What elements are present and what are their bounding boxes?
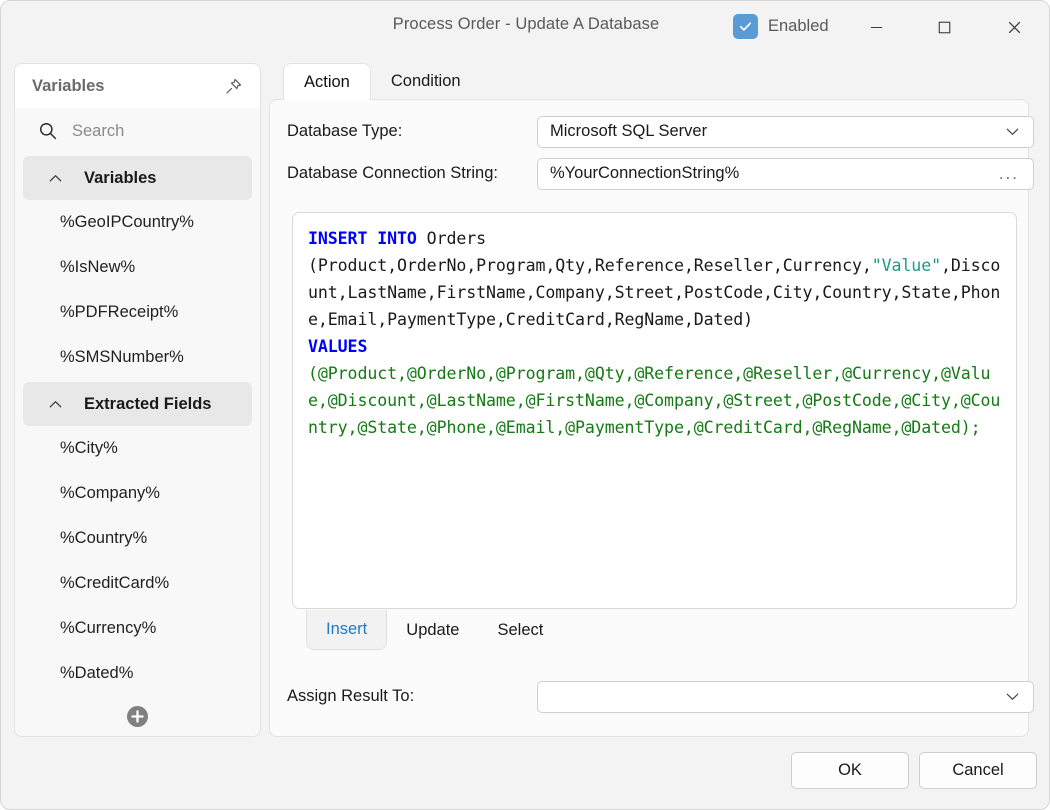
list-item[interactable]: %City% <box>15 426 260 471</box>
tab-insert[interactable]: Insert <box>306 610 388 650</box>
database-type-value: Microsoft SQL Server <box>550 122 708 140</box>
sidebar-group-label: Variables <box>84 168 157 187</box>
assign-result-row: Assign Result To: <box>287 680 1034 713</box>
list-item[interactable]: %Country% <box>15 516 260 561</box>
connection-string-value: %YourConnectionString% <box>550 164 740 182</box>
action-panel: Database Type: Microsoft SQL Server Data… <box>269 99 1034 737</box>
pin-icon <box>225 78 241 94</box>
list-item[interactable]: %IsNew% <box>15 245 260 290</box>
add-variable-row <box>15 696 260 736</box>
database-type-label: Database Type: <box>287 122 403 140</box>
sidebar-group-label: Extracted Fields <box>84 394 212 413</box>
add-button[interactable] <box>127 705 148 727</box>
tab-condition[interactable]: Condition <box>371 63 481 100</box>
list-item[interactable]: %Currency% <box>15 606 260 651</box>
query-type-tabs: Insert Update Select <box>306 610 562 650</box>
list-item[interactable]: %SMSNumber% <box>15 335 260 380</box>
chevron-up-icon <box>47 396 64 413</box>
list-item[interactable]: %Company% <box>15 471 260 516</box>
sidebar-group-variables[interactable]: Variables <box>23 156 252 200</box>
list-item[interactable]: %CreditCard% <box>15 561 260 606</box>
chevron-down-icon <box>1004 688 1025 705</box>
chevron-up-icon <box>47 170 64 187</box>
variables-sidebar: Variables Search Variables %GeoIPCountry… <box>14 63 261 737</box>
assign-result-label: Assign Result To: <box>287 687 415 705</box>
close-icon <box>1008 21 1020 33</box>
sidebar-title: Variables <box>32 76 105 95</box>
tab-select[interactable]: Select <box>479 610 563 650</box>
minimize-icon <box>870 26 882 28</box>
main-tabs: Action Condition <box>283 63 481 100</box>
enabled-toggle[interactable]: Enabled <box>733 14 829 39</box>
database-type-select[interactable]: Microsoft SQL Server <box>537 115 1034 148</box>
database-type-row: Database Type: Microsoft SQL Server <box>287 115 1034 148</box>
list-item[interactable]: %GeoIPCountry% <box>15 200 260 245</box>
sql-code: INSERT INTO Orders (Product,OrderNo,Prog… <box>308 229 1001 437</box>
assign-result-select[interactable] <box>537 680 1034 713</box>
pin-button[interactable] <box>220 73 246 99</box>
list-item[interactable]: %Dated% <box>15 651 260 696</box>
dialog-footer: OK Cancel <box>1 747 1049 809</box>
enabled-label: Enabled <box>768 17 829 35</box>
connection-string-input[interactable]: %YourConnectionString% ... <box>537 157 1034 190</box>
ok-button[interactable]: OK <box>791 752 909 789</box>
search-icon <box>38 121 58 141</box>
connection-string-row: Database Connection String: %YourConnect… <box>287 157 1034 190</box>
maximize-icon <box>938 21 950 33</box>
maximize-button[interactable] <box>921 7 967 47</box>
add-icon <box>131 709 144 723</box>
close-button[interactable] <box>991 7 1037 47</box>
sidebar-group-extracted-fields[interactable]: Extracted Fields <box>23 382 252 426</box>
search-input-placeholder: Search <box>72 121 125 140</box>
dialog-window: Process Order - Update A Database Enable… <box>0 0 1050 810</box>
title-bar: Process Order - Update A Database Enable… <box>1 1 1049 53</box>
search-field[interactable]: Search <box>15 108 260 154</box>
sql-editor[interactable]: INSERT INTO Orders (Product,OrderNo,Prog… <box>292 212 1017 609</box>
tab-action[interactable]: Action <box>283 63 371 100</box>
chevron-down-icon <box>1004 123 1025 140</box>
sidebar-header: Variables <box>15 64 260 108</box>
check-icon <box>739 22 752 31</box>
browse-button[interactable]: ... <box>999 164 1025 184</box>
enabled-checkbox[interactable] <box>733 14 758 39</box>
connection-string-label: Database Connection String: <box>287 164 498 182</box>
cancel-button[interactable]: Cancel <box>919 752 1037 789</box>
list-item[interactable]: %PDFReceipt% <box>15 290 260 335</box>
minimize-button[interactable] <box>853 7 899 47</box>
tab-update[interactable]: Update <box>387 610 478 650</box>
